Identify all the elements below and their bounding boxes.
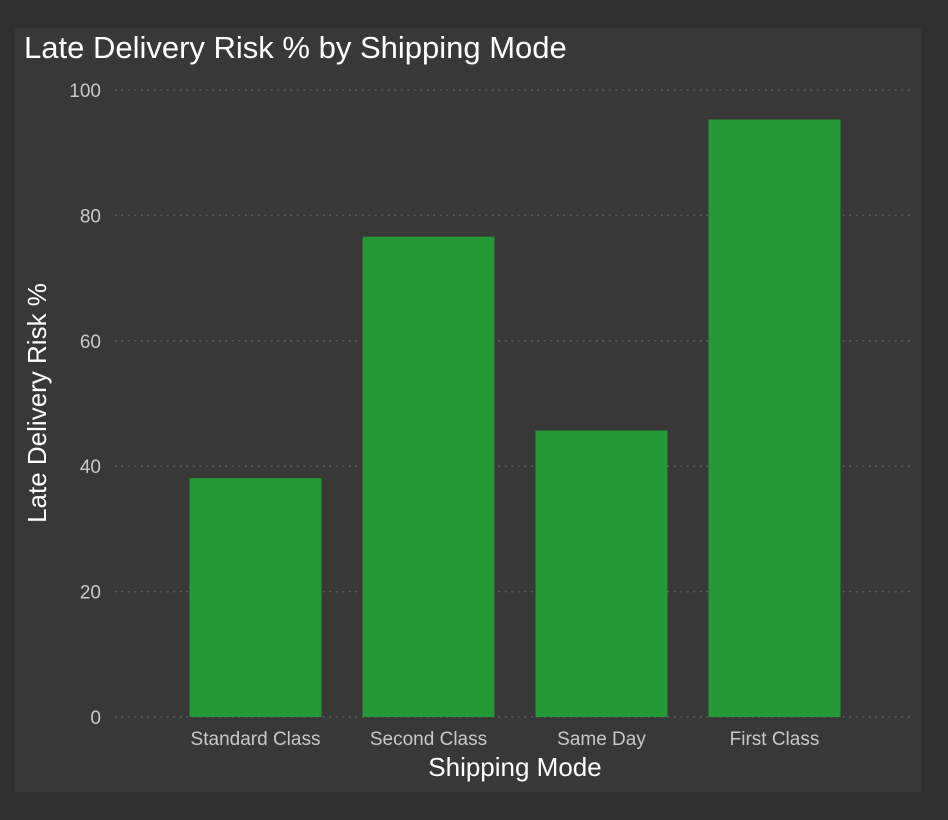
y-tick-label: 0 — [90, 708, 101, 729]
x-axis-title: Shipping Mode — [428, 752, 601, 782]
y-tick-label: 60 — [80, 332, 101, 353]
bar-standard-class[interactable] — [189, 478, 322, 717]
bar-second-class[interactable] — [362, 236, 495, 717]
x-tick-label: Standard Class — [191, 729, 321, 750]
x-tick-labels: Standard Class Second Class Same Day First … — [191, 729, 820, 750]
y-tick-label: 80 — [80, 206, 101, 227]
bars — [189, 119, 841, 718]
chart-panel: Late Delivery Risk % by Shipping Mode 02… — [15, 28, 921, 792]
bar-first-class[interactable] — [708, 119, 841, 718]
y-tick-label: 40 — [80, 457, 101, 478]
y-tick-label: 100 — [69, 81, 101, 102]
x-tick-label: Same Day — [557, 729, 646, 750]
x-tick-label: Second Class — [370, 729, 487, 750]
y-axis-title: Late Delivery Risk % — [22, 283, 52, 523]
bar-chart: 020406080100 Standard Class Second Class S… — [22, 81, 911, 782]
y-tick-labels: 0 20 40 60 80 100 — [69, 81, 101, 729]
y-tick-label: 20 — [80, 583, 101, 604]
x-tick-label: First Class — [730, 729, 820, 750]
bar-same-day[interactable] — [535, 430, 668, 717]
